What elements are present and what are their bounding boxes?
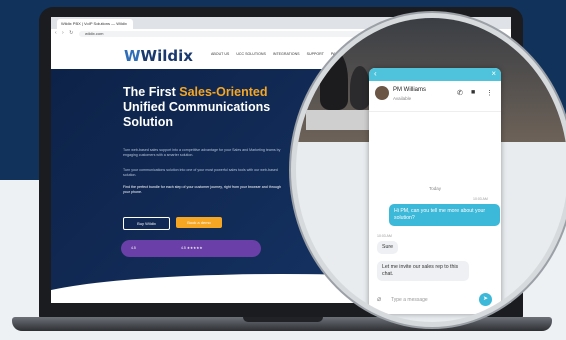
laptop-notch (243, 317, 323, 322)
message-incoming: Let me invite our sales rep to this chat… (377, 261, 469, 281)
rating-score: 4.5 (131, 246, 136, 250)
person-silhouette (320, 50, 348, 110)
message-time: 10:03 AM (377, 234, 392, 238)
hero-paragraph: Find the perfect bundle for each step of… (123, 185, 281, 194)
menu-item-about[interactable]: ABOUT US (211, 52, 229, 56)
chat-widget: ‹ × PM Williams Available ✆ ■ ⋮ Today 10… (369, 68, 501, 314)
back-arrow-icon[interactable]: ‹ (374, 69, 377, 78)
browser-nav-icons[interactable]: ‹ › ↻ (55, 30, 75, 36)
person-silhouette (350, 66, 370, 110)
phone-icon[interactable]: ✆ (457, 89, 463, 97)
menu-item-solutions[interactable]: UCC SOLUTIONS (236, 52, 266, 56)
hero-paragraph: Turn your communications solution into o… (123, 168, 278, 177)
day-separator: Today (428, 186, 441, 191)
attach-icon[interactable]: ⌀ (377, 295, 381, 303)
contact-status: Available (393, 96, 412, 101)
send-icon[interactable]: ➤ (479, 293, 492, 306)
chat-composer: ⌀ Type a message ➤ (375, 293, 495, 307)
more-icon[interactable]: ⋮ (486, 89, 493, 97)
book-demo-button[interactable]: Book a demo (176, 217, 222, 228)
video-icon[interactable]: ■ (471, 89, 475, 96)
magnifier-lens: ‹ × PM Williams Available ✆ ■ ⋮ Today 10… (296, 18, 566, 322)
message-input[interactable]: Type a message (391, 297, 428, 303)
hero-title: The First Sales-Oriented Unified Communi… (123, 85, 271, 129)
contact-name: PM Williams (393, 87, 426, 93)
hero-paragraph: Turn web-based sales support into a comp… (123, 148, 281, 157)
browser-tab[interactable]: Wildix PBX | VoIP Solutions — Wildix (57, 19, 133, 29)
chat-header: PM Williams Available ✆ ■ ⋮ (369, 81, 501, 112)
close-icon[interactable]: × (491, 69, 496, 78)
avatar (375, 86, 389, 100)
message-time: 10:03 AM (473, 197, 488, 201)
buy-wildix-button[interactable]: Buy Wildix (123, 217, 170, 230)
rating-stars: 4.5 ★★★★★ (181, 246, 203, 250)
chat-topbar: ‹ × (369, 68, 501, 81)
message-outgoing: Hi PM, can you tell me more about your s… (389, 204, 500, 226)
wildix-logo[interactable]: WWildix (124, 47, 193, 65)
message-incoming: Sure (377, 241, 398, 254)
rating-badge: 4.5 4.5 ★★★★★ (121, 240, 261, 257)
